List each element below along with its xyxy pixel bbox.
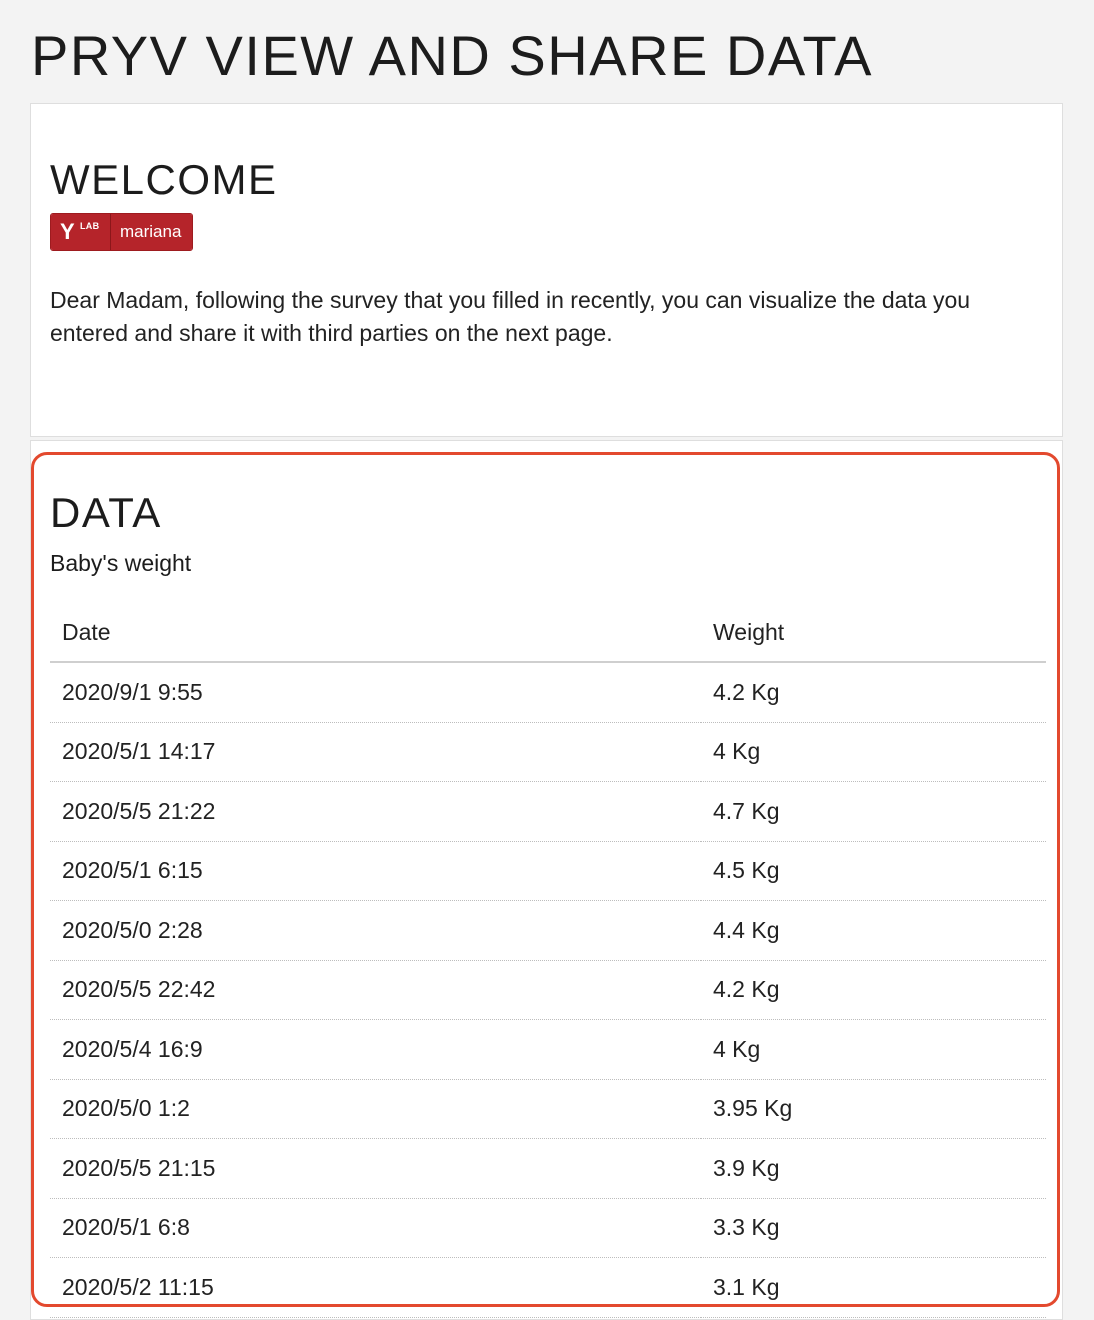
cell-date: 2020/5/5 21:22 [50,781,701,842]
cell-date: 2020/5/2 11:15 [50,1257,701,1318]
table-row: 2020/5/1 6:15 4.5 Kg [50,841,1046,901]
cell-weight: 4.2 Kg [701,662,1046,723]
table-row: 2020/5/5 21:15 3.9 Kg [50,1138,1046,1199]
cell-weight: 3.1 Kg [701,1257,1046,1318]
cell-weight: 4.7 Kg [701,781,1046,842]
table-row: 2020/5/0 2:28 4.4 Kg [50,900,1046,961]
cell-weight: 4.4 Kg [701,900,1046,961]
cell-weight: 4 Kg [701,722,1046,782]
table-row: 2020/5/1 6:8 3.3 Kg [50,1198,1046,1258]
cell-weight: 3.95 Kg [701,1079,1046,1139]
ylab-logo-icon: Y LAB [51,214,111,250]
logo-letter: Y [60,219,75,244]
column-header-date: Date [50,604,701,663]
cell-date: 2020/5/1 14:17 [50,722,701,782]
badge-username: mariana [111,214,193,250]
table-row: 2020/5/5 21:22 4.7 Kg [50,781,1046,842]
cell-date: 2020/5/4 16:9 [50,1019,701,1080]
cell-date: 2020/9/1 9:55 [50,662,701,723]
cell-date: 2020/5/5 22:42 [50,960,701,1020]
table-row: 2020/5/1 14:17 4 Kg [50,722,1046,782]
cell-weight: 3.9 Kg [701,1138,1046,1199]
cell-weight: 3.3 Kg [701,1198,1046,1258]
user-badge[interactable]: Y LAB mariana [50,213,194,251]
data-heading: DATA [50,489,162,536]
cell-date: 2020/5/1 6:15 [50,841,701,901]
welcome-panel: WELCOME Y LAB mariana Dear Madam, follow… [30,103,1063,437]
logo-subtext: LAB [80,221,100,231]
cell-weight: 4 Kg [701,1019,1046,1080]
page-title: PRYV VIEW AND SHARE DATA [31,24,873,87]
weight-table: Date Weight 2020/9/1 9:55 4.2 Kg 2020/5/… [50,604,1046,1318]
table-row: 2020/5/0 1:2 3.95 Kg [50,1079,1046,1139]
cell-date: 2020/5/1 6:8 [50,1198,701,1258]
table-header-row: Date Weight [50,604,1046,663]
table-row: 2020/9/1 9:55 4.2 Kg [50,662,1046,723]
cell-weight: 4.5 Kg [701,841,1046,901]
table-row: 2020/5/2 11:15 3.1 Kg [50,1257,1046,1318]
welcome-heading: WELCOME [50,156,278,203]
cell-date: 2020/5/5 21:15 [50,1138,701,1199]
welcome-message: Dear Madam, following the survey that yo… [50,287,971,346]
cell-date: 2020/5/0 2:28 [50,900,701,961]
table-row: 2020/5/5 22:42 4.2 Kg [50,960,1046,1020]
data-subheading: Baby's weight [50,550,192,576]
table-row: 2020/5/4 16:9 4 Kg [50,1019,1046,1080]
cell-weight: 4.2 Kg [701,960,1046,1020]
cell-date: 2020/5/0 1:2 [50,1079,701,1139]
data-panel: DATA Baby's weight Date Weight 2020/9/1 … [30,440,1063,1320]
column-header-weight: Weight [701,604,1046,663]
